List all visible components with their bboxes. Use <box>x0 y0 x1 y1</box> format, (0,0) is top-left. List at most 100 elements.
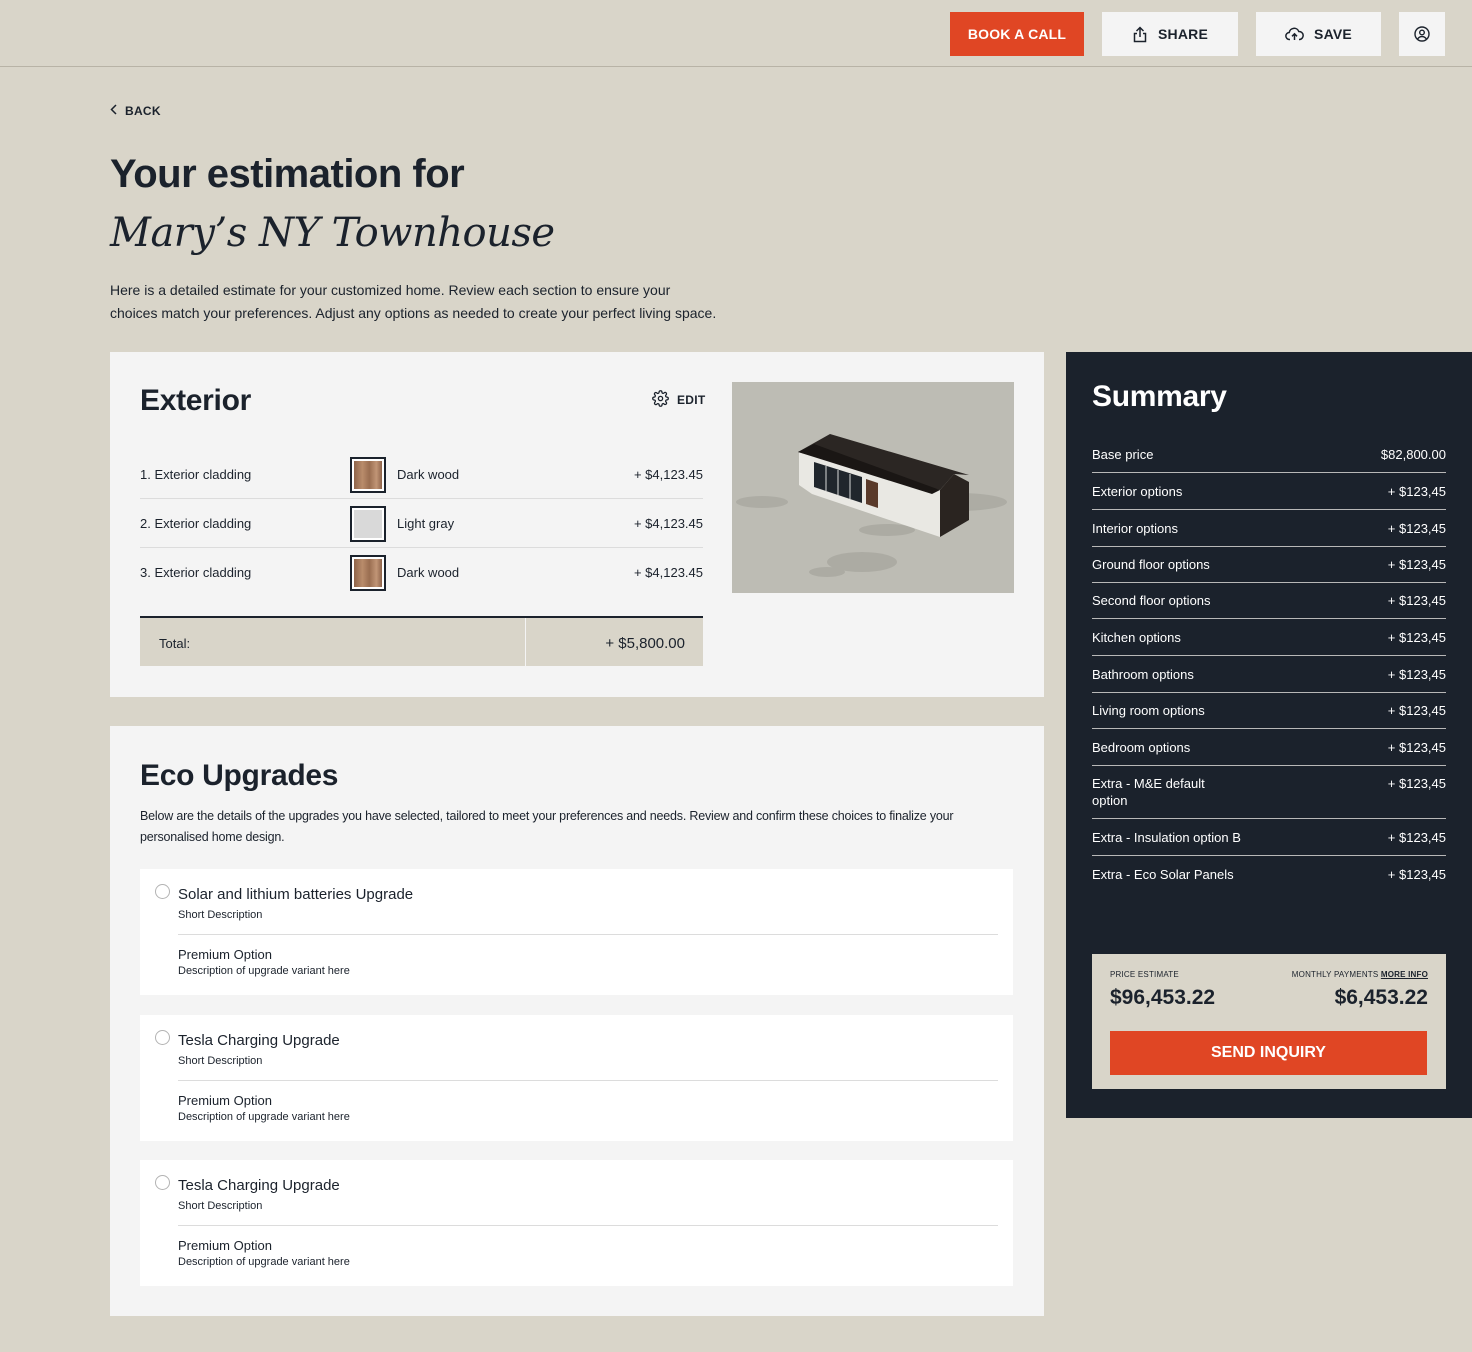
summary-row: Second floor options + $123,45 <box>1092 583 1446 619</box>
summary-value: + $123,45 <box>1387 484 1446 499</box>
upgrade-radio[interactable] <box>155 1175 170 1190</box>
summary-value: + $123,45 <box>1387 667 1446 682</box>
summary-row: Ground floor options + $123,45 <box>1092 547 1446 583</box>
summary-value: $82,800.00 <box>1380 447 1446 462</box>
summary-label: Bathroom options <box>1092 667 1194 682</box>
gear-icon <box>652 390 669 410</box>
upgrade-item: Tesla Charging Upgrade Short Description… <box>140 1160 1013 1286</box>
save-button[interactable]: SAVE <box>1256 12 1381 56</box>
chevron-left-icon <box>110 104 117 118</box>
summary-value: + $123,45 <box>1387 776 1446 791</box>
summary-row: Extra - Eco Solar Panels + $123,45 <box>1092 856 1446 892</box>
top-bar: BOOK A CALL SHARE SAVE <box>0 0 1472 67</box>
page-title: Your estimation for <box>110 152 465 196</box>
summary-panel: Summary Base price $82,800.00 Exterior o… <box>1066 352 1472 1118</box>
eco-description: Below are the details of the upgrades yo… <box>140 809 954 844</box>
summary-row: Extra - M&E default option + $123,45 <box>1092 766 1446 819</box>
summary-label: Base price <box>1092 447 1154 462</box>
total-value: + $5,800.00 <box>605 635 685 652</box>
material-swatch[interactable] <box>350 555 386 591</box>
summary-label: Extra - Insulation option B <box>1092 830 1241 845</box>
exterior-title: Exterior <box>140 384 251 417</box>
book-call-button[interactable]: BOOK A CALL <box>950 12 1084 56</box>
project-name: Mary’s NY Townhouse <box>110 210 555 256</box>
intro-text: Here is a detailed estimate for your cus… <box>110 282 717 321</box>
upgrade-radio[interactable] <box>155 1030 170 1045</box>
summary-row: Exterior options + $123,45 <box>1092 473 1446 510</box>
exterior-table: 1. Exterior cladding Dark wood + $4,123.… <box>140 450 703 597</box>
upgrade-title: Solar and lithium batteries Upgrade <box>178 886 414 903</box>
summary-label: Extra - M&E default option <box>1092 776 1205 808</box>
save-label: SAVE <box>1314 26 1352 42</box>
summary-label: Kitchen options <box>1092 630 1181 645</box>
exterior-row: 2. Exterior cladding Light gray + $4,123… <box>140 499 703 548</box>
exterior-total: Total: + $5,800.00 <box>140 616 703 666</box>
summary-value: + $123,45 <box>1387 867 1446 882</box>
material-name: Dark wood <box>397 565 460 580</box>
summary-value: + $123,45 <box>1387 593 1446 608</box>
summary-value: + $123,45 <box>1387 630 1446 645</box>
summary-label: Interior options <box>1092 521 1178 536</box>
eco-upgrades-card: Eco Upgrades Below are the details of th… <box>110 726 1044 1316</box>
summary-row: Bathroom options + $123,45 <box>1092 656 1446 693</box>
book-call-label: BOOK A CALL <box>967 26 1067 42</box>
edit-exterior-button[interactable]: EDIT <box>652 390 706 410</box>
edit-label: EDIT <box>677 393 706 407</box>
back-link[interactable]: BACK <box>110 104 161 118</box>
summary-value: + $123,45 <box>1387 557 1446 572</box>
price-estimate-box: PRICE ESTIMATE $96,453.22 MONTHLY PAYMEN… <box>1092 954 1446 1089</box>
material-swatch[interactable] <box>350 457 386 493</box>
exterior-row: 1. Exterior cladding Dark wood + $4,123.… <box>140 450 703 499</box>
share-button[interactable]: SHARE <box>1102 12 1238 56</box>
summary-row: Kitchen options + $123,45 <box>1092 619 1446 656</box>
user-account-button[interactable] <box>1399 12 1445 56</box>
upgrade-option-description: Description of upgrade variant here <box>178 1111 350 1123</box>
monthly-payments-value: $6,453.22 <box>1334 986 1428 1009</box>
upgrade-title: Tesla Charging Upgrade <box>178 1032 340 1049</box>
share-label: SHARE <box>1157 26 1208 42</box>
monthly-payments-label: MONTHLY PAYMENTS MORE INFO <box>1291 970 1428 979</box>
upgrade-short-description: Short Description <box>178 909 263 921</box>
user-circle-icon <box>1414 26 1430 42</box>
share-icon <box>1132 25 1148 43</box>
summary-list: Base price $82,800.00 Exterior options +… <box>1092 436 1446 892</box>
summary-row: Base price $82,800.00 <box>1092 436 1446 473</box>
cloud-upload-icon <box>1285 27 1304 41</box>
upgrade-option: Premium Option <box>178 947 272 962</box>
row-label: 3. Exterior cladding <box>140 565 252 580</box>
upgrade-short-description: Short Description <box>178 1055 263 1067</box>
send-inquiry-button[interactable]: SEND INQUIRY <box>1110 1031 1427 1075</box>
total-label: Total: <box>159 636 191 651</box>
row-label: 1. Exterior cladding <box>140 467 252 482</box>
summary-label: Living room options <box>1092 703 1205 718</box>
upgrade-title: Tesla Charging Upgrade <box>178 1177 340 1194</box>
row-label: 2. Exterior cladding <box>140 516 252 531</box>
summary-label: Exterior options <box>1092 484 1183 499</box>
summary-value: + $123,45 <box>1387 740 1446 755</box>
material-name: Light gray <box>397 516 455 531</box>
summary-value: + $123,45 <box>1387 703 1446 718</box>
summary-label: Ground floor options <box>1092 557 1210 572</box>
material-swatch[interactable] <box>350 506 386 542</box>
upgrade-radio[interactable] <box>155 884 170 899</box>
upgrade-option-description: Description of upgrade variant here <box>178 965 350 977</box>
row-price: + $4,123.45 <box>633 565 703 580</box>
price-estimate-label: PRICE ESTIMATE <box>1110 970 1179 979</box>
upgrade-option: Premium Option <box>178 1093 272 1108</box>
upgrade-item: Solar and lithium batteries Upgrade Shor… <box>140 869 1013 995</box>
more-info-link[interactable]: MORE INFO <box>1381 970 1428 979</box>
material-name: Dark wood <box>397 467 460 482</box>
summary-label: Bedroom options <box>1092 740 1191 755</box>
summary-row: Interior options + $123,45 <box>1092 510 1446 547</box>
summary-row: Bedroom options + $123,45 <box>1092 729 1446 766</box>
upgrade-option-description: Description of upgrade variant here <box>178 1256 350 1268</box>
back-label: BACK <box>125 104 161 118</box>
summary-row: Extra - Insulation option B + $123,45 <box>1092 819 1446 856</box>
summary-value: + $123,45 <box>1387 521 1446 536</box>
exterior-card: Exterior EDIT 1. Exterior cladding Dark … <box>110 352 1044 697</box>
summary-label: Second floor options <box>1092 593 1211 608</box>
price-estimate-value: $96,453.22 <box>1110 986 1216 1009</box>
eco-title: Eco Upgrades <box>140 759 339 792</box>
row-price: + $4,123.45 <box>633 467 703 482</box>
house-3d-preview[interactable] <box>732 382 1014 593</box>
